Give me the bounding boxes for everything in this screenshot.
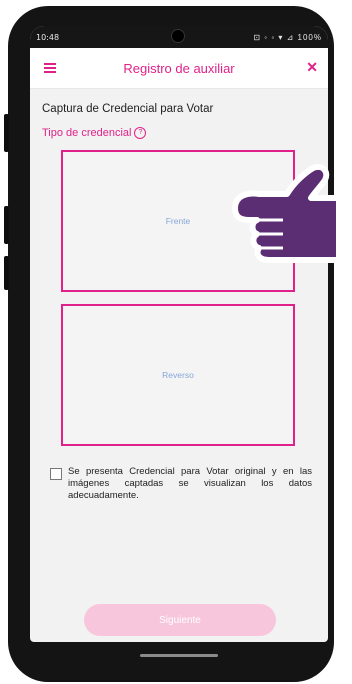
power-button [4,256,9,290]
front-photo-label: Frente [165,216,191,226]
close-icon[interactable]: ✕ [306,59,318,76]
status-indicators: ⊡ ◦ ◦ ▾ ⊿ 100% [253,32,322,42]
next-button[interactable]: Siguiente [84,604,276,636]
phone-frame: 10:48 ⊡ ◦ ◦ ▾ ⊿ 100% Registro de auxilia… [4,6,334,682]
front-camera [171,29,185,43]
credential-type-text: Tipo de credencial [42,127,132,139]
confirmation-checkbox[interactable] [50,468,62,480]
section-title: Captura de Credencial para Votar [42,103,214,115]
help-icon[interactable]: ? [134,127,147,139]
back-photo-label: Reverso [162,370,194,380]
confirmation-text: Se presenta Credencial para Votar origin… [68,466,312,501]
status-time: 10:48 [36,32,60,42]
page-title: Registro de auxiliar [123,60,235,76]
back-photo-capture[interactable]: Reverso [61,304,295,446]
credential-type-label: Tipo de credencial ? [42,127,316,139]
app-bar: Registro de auxiliar ✕ [30,48,328,89]
pointing-hand-icon [232,164,342,263]
status-bar: 10:48 ⊡ ◦ ◦ ▾ ⊿ 100% [30,26,328,48]
home-indicator [140,654,218,657]
volume-down-button [4,206,9,244]
volume-up-button [4,114,9,152]
form-content: Captura de Credencial para Votar Tipo de… [30,89,328,149]
app-screen: 10:48 ⊡ ◦ ◦ ▾ ⊿ 100% Registro de auxilia… [30,26,328,642]
confirmation-row: Se presenta Credencial para Votar origin… [50,466,312,502]
